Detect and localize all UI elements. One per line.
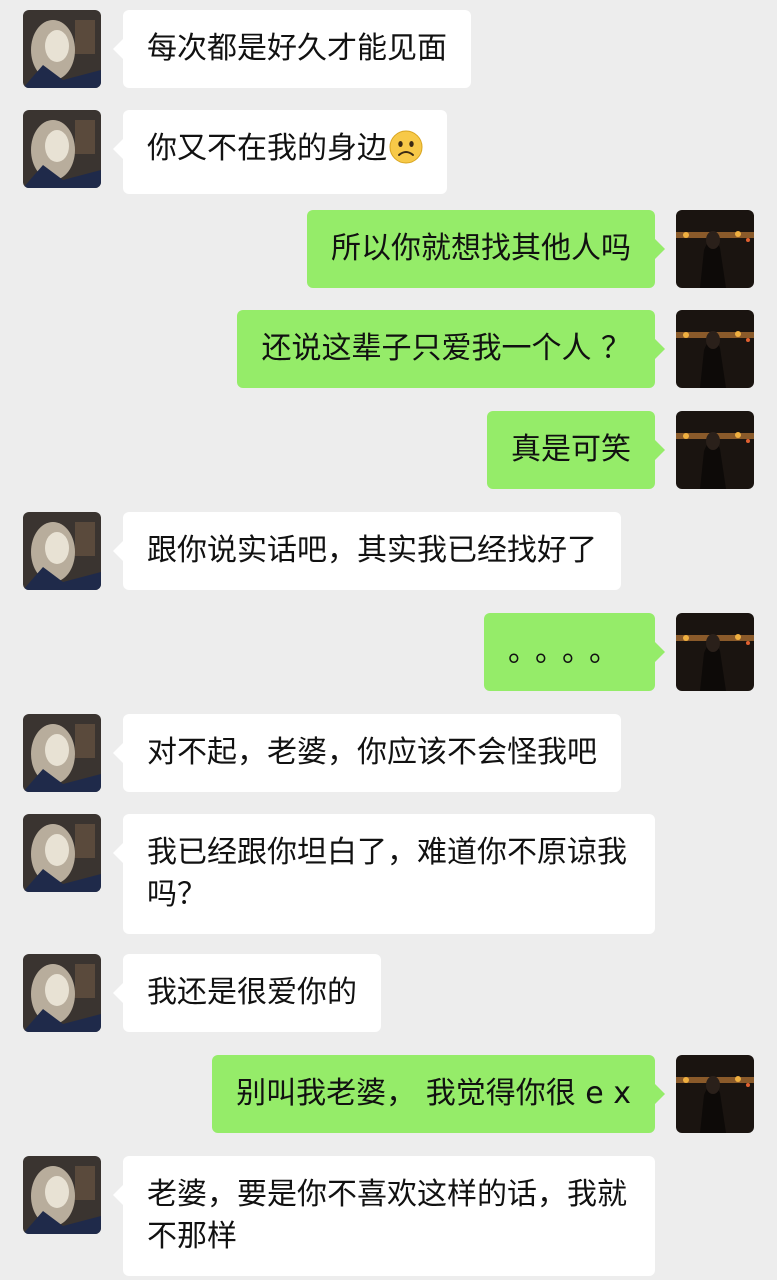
- message-bubble-incoming[interactable]: 对不起，老婆，你应该不会怪我吧: [113, 714, 621, 792]
- contact-avatar-image: [23, 954, 101, 1032]
- user-avatar-image: [676, 210, 754, 288]
- user-avatar[interactable]: [676, 613, 754, 691]
- contact-avatar-image: [23, 512, 101, 590]
- contact-avatar-image: [23, 814, 101, 892]
- message-text: 跟你说实话吧，其实我已经找好了: [147, 533, 597, 568]
- contact-avatar[interactable]: [23, 1156, 101, 1234]
- user-avatar[interactable]: [676, 1055, 754, 1133]
- user-avatar[interactable]: [676, 411, 754, 489]
- message-text: 我已经跟你坦白了，难道你不原谅我吗？: [147, 835, 627, 912]
- message-bubble-incoming[interactable]: 你又不在我的身边: [113, 110, 447, 194]
- user-avatar-image: [676, 613, 754, 691]
- message-bubble-outgoing[interactable]: 。。。。: [484, 613, 665, 691]
- message-bubble-incoming[interactable]: 每次都是好久才能见面: [113, 10, 471, 88]
- contact-avatar-image: [23, 110, 101, 188]
- message-text: 你又不在我的身边: [147, 131, 387, 166]
- user-avatar[interactable]: [676, 310, 754, 388]
- message-bubble-outgoing[interactable]: 别叫我老婆， 我觉得你很 e x: [212, 1055, 665, 1133]
- message-text: 真是可笑: [511, 432, 631, 467]
- contact-avatar[interactable]: [23, 954, 101, 1032]
- message-text: 对不起，老婆，你应该不会怪我吧: [147, 735, 597, 770]
- message-bubble-outgoing[interactable]: 所以你就想找其他人吗: [307, 210, 665, 288]
- contact-avatar-image: [23, 1156, 101, 1234]
- chat-window: 每次都是好久才能见面 你又不在我的身边 所以你就想找其他人吗 还说这辈子只爱我一…: [0, 0, 777, 1280]
- contact-avatar-image: [23, 10, 101, 88]
- message-bubble-incoming[interactable]: 我已经跟你坦白了，难道你不原谅我吗？: [113, 814, 655, 934]
- message-text: 老婆，要是你不喜欢这样的话，我就不那样: [147, 1177, 627, 1254]
- user-avatar-image: [676, 310, 754, 388]
- user-avatar-image: [676, 1055, 754, 1133]
- message-text: 我还是很爱你的: [147, 975, 357, 1010]
- contact-avatar[interactable]: [23, 10, 101, 88]
- message-text: 还说这辈子只爱我一个人 ？: [261, 331, 631, 366]
- message-bubble-incoming[interactable]: 老婆，要是你不喜欢这样的话，我就不那样: [113, 1156, 655, 1276]
- message-bubble-incoming[interactable]: 跟你说实话吧，其实我已经找好了: [113, 512, 621, 590]
- contact-avatar[interactable]: [23, 110, 101, 188]
- message-bubble-incoming[interactable]: 我还是很爱你的: [113, 954, 381, 1032]
- message-text: 所以你就想找其他人吗: [331, 231, 631, 266]
- user-avatar-image: [676, 411, 754, 489]
- message-bubble-outgoing[interactable]: 还说这辈子只爱我一个人 ？: [237, 310, 665, 388]
- message-text: 。。。。: [508, 634, 631, 669]
- message-text: 别叫我老婆， 我觉得你很 e x: [236, 1076, 631, 1111]
- message-bubble-outgoing[interactable]: 真是可笑: [487, 411, 665, 489]
- frowning-face-icon: [389, 130, 423, 176]
- contact-avatar-image: [23, 714, 101, 792]
- contact-avatar[interactable]: [23, 814, 101, 892]
- contact-avatar[interactable]: [23, 512, 101, 590]
- message-text: 每次都是好久才能见面: [147, 31, 447, 66]
- user-avatar[interactable]: [676, 210, 754, 288]
- contact-avatar[interactable]: [23, 714, 101, 792]
